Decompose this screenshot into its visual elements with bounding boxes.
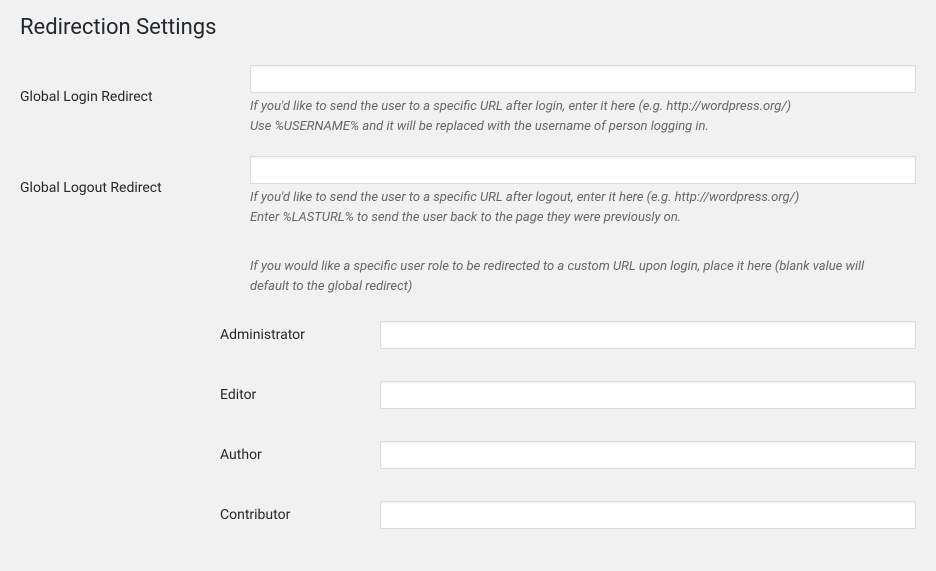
global-login-field-wrap: If you'd like to send the user to a spec… — [250, 65, 916, 136]
global-login-row: Global Login Redirect If you'd like to s… — [20, 65, 916, 136]
role-row-contributor: Contributor — [220, 501, 916, 529]
page-title: Redirection Settings — [20, 15, 916, 40]
role-input-wrap-contributor — [380, 501, 916, 529]
role-row-author: Author — [220, 441, 916, 469]
global-logout-field-wrap: If you'd like to send the user to a spec… — [250, 156, 916, 227]
role-label-administrator: Administrator — [220, 327, 380, 343]
global-logout-desc-line1: If you'd like to send the user to a spec… — [250, 190, 799, 205]
global-logout-description: If you'd like to send the user to a spec… — [250, 188, 916, 227]
role-input-administrator[interactable] — [380, 321, 916, 349]
role-row-editor: Editor — [220, 381, 916, 409]
global-logout-desc-line2: Enter %LASTURL% to send the user back to… — [250, 210, 681, 225]
roles-intro-text: If you would like a specific user role t… — [250, 257, 916, 296]
role-label-editor: Editor — [220, 387, 380, 403]
global-login-label: Global Login Redirect — [20, 65, 250, 136]
global-logout-label: Global Logout Redirect — [20, 156, 250, 227]
global-logout-input[interactable] — [250, 156, 916, 184]
global-login-desc-line2: Use %USERNAME% and it will be replaced w… — [250, 119, 709, 134]
global-logout-row: Global Logout Redirect If you'd like to … — [20, 156, 916, 227]
role-input-wrap-administrator — [380, 321, 916, 349]
global-login-description: If you'd like to send the user to a spec… — [250, 97, 916, 136]
role-input-wrap-editor — [380, 381, 916, 409]
global-login-desc-line1: If you'd like to send the user to a spec… — [250, 99, 791, 114]
role-input-wrap-author — [380, 441, 916, 469]
role-input-contributor[interactable] — [380, 501, 916, 529]
role-row-administrator: Administrator — [220, 321, 916, 349]
role-input-editor[interactable] — [380, 381, 916, 409]
role-label-author: Author — [220, 447, 380, 463]
global-login-input[interactable] — [250, 65, 916, 93]
role-input-author[interactable] — [380, 441, 916, 469]
